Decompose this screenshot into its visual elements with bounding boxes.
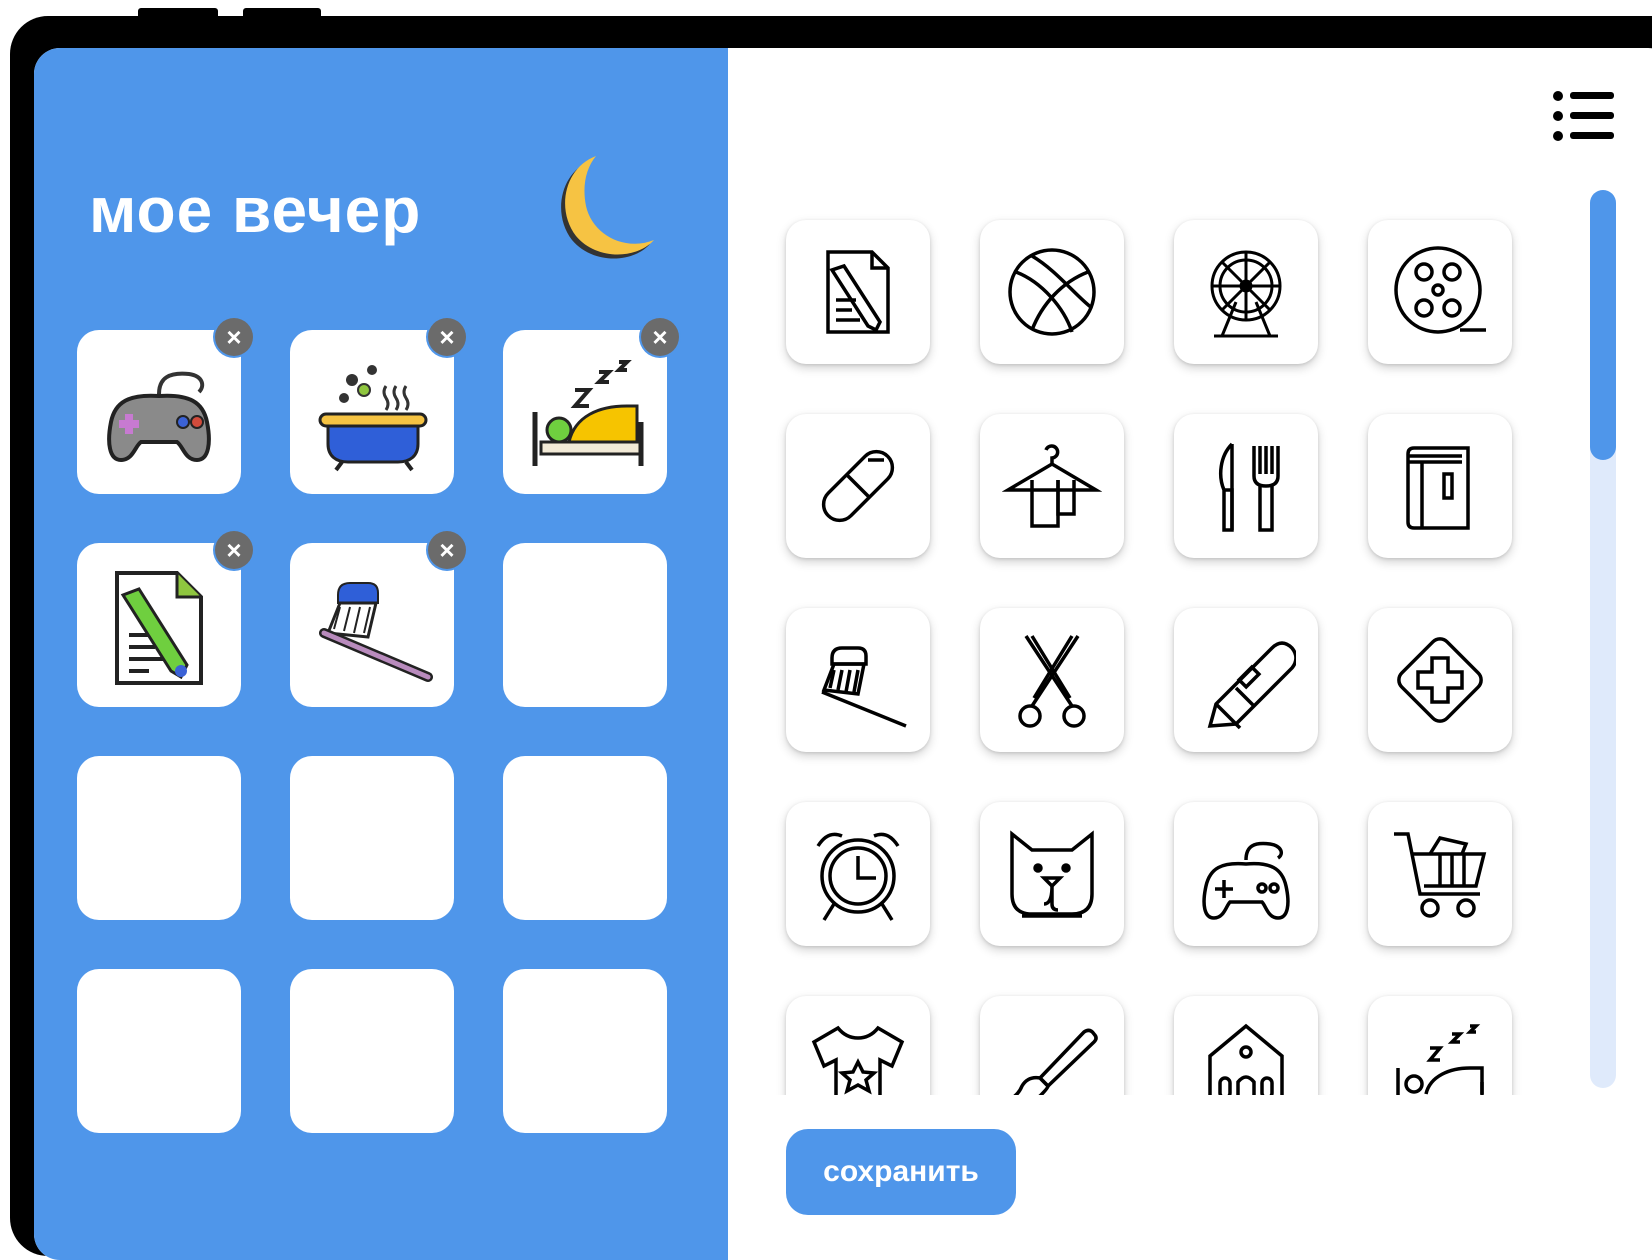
ferris-wheel-icon xyxy=(1210,250,1282,338)
remove-badge[interactable]: × xyxy=(428,531,466,569)
library-tile-towel[interactable] xyxy=(980,414,1124,558)
close-icon: × xyxy=(226,321,242,352)
school-building-icon xyxy=(1208,1023,1284,1095)
routine-slot-empty[interactable] xyxy=(290,756,454,920)
gamepad-icon xyxy=(1202,841,1290,920)
routine-slot-empty[interactable] xyxy=(77,969,241,1133)
sleep-bed-icon xyxy=(1396,1024,1484,1095)
scrollbar-thumb[interactable] xyxy=(1590,190,1616,460)
routine-slot-empty[interactable] xyxy=(503,969,667,1133)
routine-slot-4[interactable]: × xyxy=(77,531,253,707)
close-icon: × xyxy=(439,534,455,565)
routine-slot-1[interactable]: × xyxy=(77,318,253,494)
library-tile-dog[interactable] xyxy=(980,802,1124,946)
library-tile-pill[interactable] xyxy=(786,414,930,558)
pill-icon xyxy=(821,449,895,523)
alarm-clock-icon xyxy=(816,832,900,921)
library-tile-alarm-clock[interactable] xyxy=(786,802,930,946)
library-tile-utility-knife[interactable] xyxy=(1174,608,1318,752)
moon-icon xyxy=(561,156,654,259)
routine-slot-3[interactable]: × xyxy=(503,318,679,494)
library-tile-paintbrush[interactable] xyxy=(980,996,1124,1095)
tablet-frame: мое вечер × × × × × сохранить xyxy=(10,16,1652,1260)
sleep-bed-color-icon xyxy=(532,360,644,466)
menu-list-icon[interactable] xyxy=(1552,88,1616,144)
routine-slot-empty[interactable] xyxy=(77,756,241,920)
routine-slot-2[interactable]: × xyxy=(290,318,466,494)
shopping-cart-icon xyxy=(1394,832,1487,918)
gamepad-color-icon xyxy=(107,371,211,463)
first-aid-icon xyxy=(1397,637,1483,723)
routine-slot-empty[interactable] xyxy=(503,756,667,920)
remove-badge[interactable]: × xyxy=(215,531,253,569)
homework-color-icon xyxy=(115,571,203,685)
library-tile-book[interactable] xyxy=(1368,414,1512,558)
toothbrush-color-icon xyxy=(319,582,433,682)
routine-slot-empty[interactable] xyxy=(290,969,454,1133)
bath-color-icon xyxy=(318,365,428,472)
scissors-icon xyxy=(1018,635,1086,728)
remove-badge[interactable]: × xyxy=(641,318,679,356)
library-tile-gamepad[interactable] xyxy=(1174,802,1318,946)
remove-badge[interactable]: × xyxy=(215,318,253,356)
library-tile-first-aid[interactable] xyxy=(1368,608,1512,752)
close-icon: × xyxy=(226,534,242,565)
knife-fork-icon xyxy=(1218,442,1280,532)
library-tile-film-reel[interactable] xyxy=(1368,220,1512,364)
paintbrush-icon xyxy=(1013,1028,1098,1095)
tshirt-icon xyxy=(811,1025,905,1095)
library-tile-school[interactable] xyxy=(1174,996,1318,1095)
library-tile-shopping-cart[interactable] xyxy=(1368,802,1512,946)
save-button[interactable]: сохранить xyxy=(786,1129,1016,1215)
library-tile-scissors[interactable] xyxy=(980,608,1124,752)
library-tile-tshirt[interactable] xyxy=(786,996,930,1095)
book-icon xyxy=(1406,446,1470,530)
toothbrush-icon xyxy=(821,646,907,728)
library-tile-toothbrush[interactable] xyxy=(786,608,930,752)
routine-panel: мое вечер × × × × × xyxy=(34,48,728,1260)
library-tile-sleep[interactable] xyxy=(1368,996,1512,1095)
homework-icon xyxy=(826,250,890,334)
library-tile-cutlery[interactable] xyxy=(1174,414,1318,558)
remove-badge[interactable]: × xyxy=(428,318,466,356)
close-icon: × xyxy=(652,321,668,352)
basketball-icon xyxy=(1008,248,1096,336)
routine-slot-empty[interactable] xyxy=(503,543,667,707)
utility-knife-icon xyxy=(1207,641,1296,730)
dog-face-icon xyxy=(1010,830,1094,918)
routine-slot-5[interactable]: × xyxy=(290,531,466,707)
library-tile-basketball[interactable] xyxy=(980,220,1124,364)
icon-library-grid xyxy=(764,188,1564,1095)
library-scrollbar[interactable] xyxy=(1590,190,1616,1088)
library-tile-homework[interactable] xyxy=(786,220,930,364)
screen: мое вечер × × × × × сохранить xyxy=(34,48,1652,1260)
towel-hanger-icon xyxy=(1002,444,1102,528)
close-icon: × xyxy=(439,321,455,352)
routine-title: мое вечер xyxy=(89,174,422,246)
library-tile-ferris-wheel[interactable] xyxy=(1174,220,1318,364)
film-reel-icon xyxy=(1394,246,1486,334)
